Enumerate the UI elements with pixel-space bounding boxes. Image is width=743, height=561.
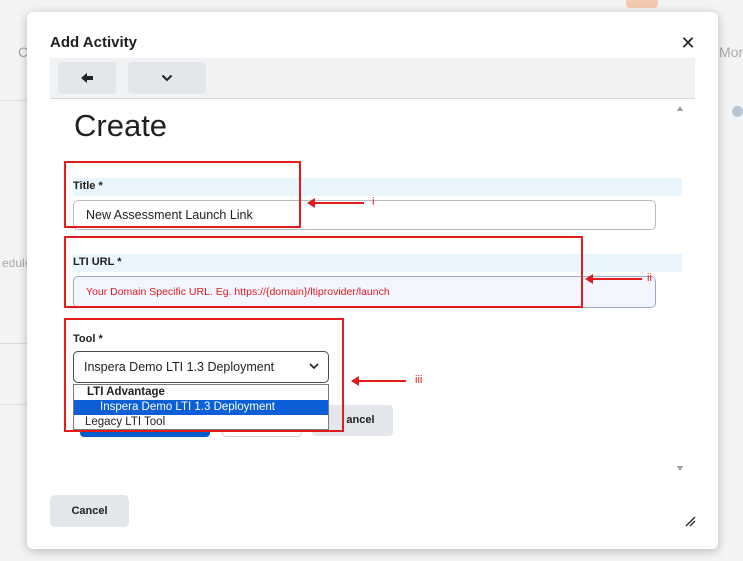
back-button[interactable] <box>58 62 116 94</box>
annotation-label-iii: iii <box>415 374 423 386</box>
page-heading: Create <box>74 108 168 143</box>
annotation-arrow-i <box>307 198 364 208</box>
bg-tab-text: Mon <box>719 44 743 60</box>
add-activity-dialog: Add Activity ✕ Create Title * New Assess… <box>27 12 718 549</box>
scroll-down-icon[interactable] <box>677 466 683 471</box>
cancel-button[interactable]: Cancel <box>50 495 129 527</box>
annotation-box-title <box>64 161 301 228</box>
annotation-box-tool <box>64 318 344 432</box>
bg-badge <box>626 0 658 8</box>
content-scrollbar[interactable] <box>675 100 685 475</box>
gear-icon <box>732 106 743 117</box>
dialog-toolbar <box>50 58 695 99</box>
back-arrow-icon <box>81 73 93 83</box>
bg-divider <box>0 343 30 344</box>
annotation-arrow-iii <box>351 376 406 386</box>
options-menu-button[interactable] <box>128 62 206 94</box>
bg-divider <box>0 100 30 101</box>
dialog-title: Add Activity <box>50 34 137 51</box>
close-icon[interactable]: ✕ <box>677 32 699 54</box>
resize-handle-icon[interactable] <box>684 515 696 527</box>
annotation-box-url <box>64 236 583 308</box>
chevron-down-icon <box>161 74 173 82</box>
annotation-label-i: i <box>372 196 375 208</box>
annotation-label-ii: ii <box>647 272 652 284</box>
annotation-arrow-ii <box>585 274 642 284</box>
scroll-up-icon[interactable] <box>677 106 683 111</box>
bg-divider <box>0 404 30 405</box>
